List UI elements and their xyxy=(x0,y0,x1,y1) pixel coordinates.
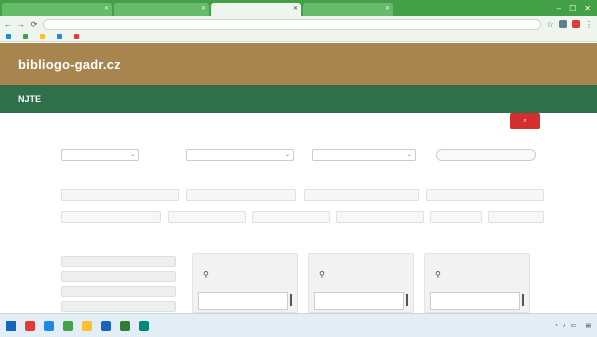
bookmark-item[interactable] xyxy=(23,34,30,39)
pin-icon: ⚲ xyxy=(319,270,325,279)
close-tab-icon[interactable]: ✕ xyxy=(104,3,109,16)
bookmark-item[interactable] xyxy=(40,34,47,39)
filter-select[interactable]: ⌄ xyxy=(312,149,416,161)
left-list-item[interactable] xyxy=(61,271,176,282)
star-icon[interactable]: ☆ xyxy=(546,20,554,29)
close-tab-icon[interactable]: ✕ xyxy=(201,3,206,16)
result-card[interactable]: ⚲ xyxy=(192,253,298,313)
extension-icon[interactable] xyxy=(572,20,580,28)
app-icon[interactable] xyxy=(82,320,92,331)
forward-icon[interactable]: → xyxy=(17,20,25,29)
chevron-down-icon: ⌄ xyxy=(406,152,412,158)
category-chip[interactable] xyxy=(336,211,424,223)
scrollbar[interactable] xyxy=(522,294,524,306)
close-tab-icon[interactable]: ✕ xyxy=(293,3,298,16)
window-controls: – ☐ ✕ xyxy=(557,0,597,16)
chevron-down-icon: ⌄ xyxy=(129,152,135,158)
minimize-icon[interactable]: – xyxy=(557,4,561,13)
scrollbar[interactable] xyxy=(406,294,408,306)
close-window-icon[interactable]: ✕ xyxy=(584,4,591,13)
category-chip[interactable] xyxy=(304,189,419,201)
category-chip[interactable] xyxy=(430,211,482,223)
pin-icon: ⚲ xyxy=(203,270,209,279)
reload-icon[interactable]: ⟳ xyxy=(30,20,38,29)
site-logo[interactable]: bibliogo-gadr.cz xyxy=(18,57,121,72)
category-chip[interactable] xyxy=(488,211,544,223)
filter-select[interactable]: ⌄ xyxy=(186,149,294,161)
folder-icon xyxy=(40,34,45,39)
address-input[interactable] xyxy=(43,18,541,30)
site-header: bibliogo-gadr.cz xyxy=(0,43,597,85)
volume-icon[interactable]: ♪ xyxy=(563,323,566,329)
app-icon[interactable] xyxy=(139,320,149,331)
subnav-brand[interactable]: NJTE xyxy=(18,94,41,104)
app-icon[interactable] xyxy=(25,320,35,331)
menu-icon[interactable]: ⋮ xyxy=(585,20,593,29)
result-card[interactable]: ⚲ xyxy=(424,253,530,313)
app-icon[interactable] xyxy=(101,320,111,331)
category-chip[interactable] xyxy=(426,189,544,201)
maximize-icon[interactable]: ☐ xyxy=(569,4,576,13)
app-icon[interactable] xyxy=(44,320,54,331)
address-bar-row: ← → ⟳ ☆ ⋮ xyxy=(0,16,597,32)
card-text[interactable] xyxy=(198,292,288,310)
left-list-item[interactable] xyxy=(61,301,176,312)
scrollbar[interactable] xyxy=(290,294,292,306)
battery-icon[interactable]: ▭ xyxy=(571,323,576,329)
system-tray: ◔ ♪ ▭ ▤ xyxy=(555,323,591,329)
category-chip[interactable] xyxy=(168,211,246,223)
left-list-item[interactable] xyxy=(61,286,176,297)
category-chip[interactable] xyxy=(61,211,161,223)
search-button[interactable]: ⌕ xyxy=(510,113,540,129)
bookmark-item[interactable] xyxy=(74,34,81,39)
filter-select[interactable]: ⌄ xyxy=(61,149,139,161)
browser-tab[interactable]: ✕ xyxy=(114,3,209,16)
folder-icon xyxy=(6,34,11,39)
clear-filters-button[interactable] xyxy=(436,149,536,161)
sub-nav: NJTE xyxy=(0,85,597,113)
browser-tab[interactable]: ✕ xyxy=(303,3,393,16)
card-text[interactable] xyxy=(430,292,520,310)
bookmarks-bar xyxy=(0,32,597,42)
main-content: ⌕ ⌄ ⌄ ⌄ ⚲ ⚲ ⚲ xyxy=(0,113,597,313)
category-chip[interactable] xyxy=(252,211,330,223)
network-icon[interactable]: ◔ xyxy=(555,323,558,329)
bookmark-item[interactable] xyxy=(6,34,13,39)
category-chip[interactable] xyxy=(61,189,179,201)
notifications-icon[interactable]: ▤ xyxy=(586,323,591,329)
left-list-item[interactable] xyxy=(61,256,176,267)
chevron-down-icon: ⌄ xyxy=(284,152,290,158)
browser-tab[interactable]: ✕ xyxy=(2,3,112,16)
folder-icon xyxy=(74,34,79,39)
result-card[interactable]: ⚲ xyxy=(308,253,414,313)
bookmark-item[interactable] xyxy=(57,34,64,39)
browser-tab-bar: ✕ ✕ ✕ ✕ – ☐ ✕ xyxy=(0,0,597,16)
category-chip[interactable] xyxy=(186,189,296,201)
back-icon[interactable]: ← xyxy=(4,20,12,29)
pin-icon: ⚲ xyxy=(435,270,441,279)
search-icon: ⌕ xyxy=(523,118,527,124)
extension-icon[interactable] xyxy=(559,20,567,28)
folder-icon xyxy=(57,34,62,39)
browser-tab-active[interactable]: ✕ xyxy=(211,3,301,16)
folder-icon xyxy=(23,34,28,39)
os-taskbar: ◔ ♪ ▭ ▤ xyxy=(0,313,597,337)
close-tab-icon[interactable]: ✕ xyxy=(385,3,390,16)
start-icon[interactable] xyxy=(6,320,16,331)
app-icon[interactable] xyxy=(120,320,130,331)
app-icon[interactable] xyxy=(63,320,73,331)
card-text[interactable] xyxy=(314,292,404,310)
